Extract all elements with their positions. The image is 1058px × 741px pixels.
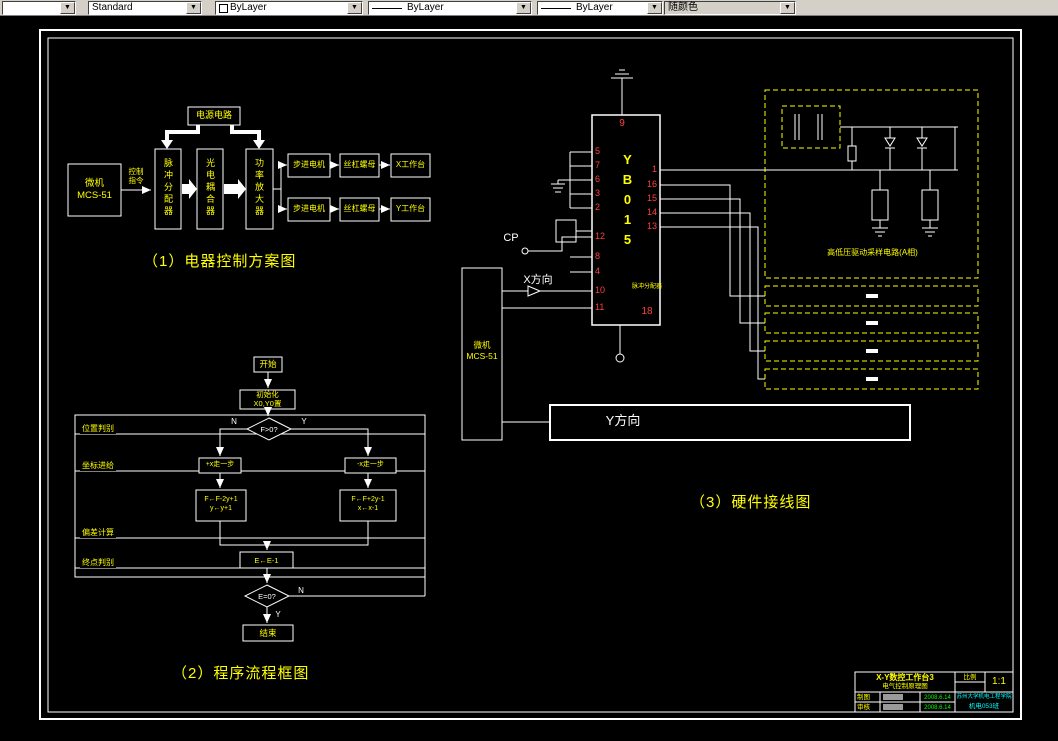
properties-toolbar: ▼ Standard ▼ ByLayer ▼ ByLayer ▼ ByLayer… [0,0,1058,16]
pin-left-6: 8 [595,251,601,261]
titleblock-checked-date: 2008.6.14 [924,705,951,711]
flow-decision1-label: F>0? [260,425,278,434]
drawing-canvas[interactable]: 电源电路 微机 MCS-51 控制 指令 脉冲分配器 光电耦合器 功率放大器 步… [0,0,1058,741]
chevron-down-icon[interactable]: ▼ [60,2,75,14]
mcu-label: 微机 MCS-51 [77,178,112,201]
titleblock-title2: 电气控制原理图 [882,683,928,690]
x-table-label: X工作台 [395,160,426,169]
flow-calc-right-label: F←F+2y-1 x←x-1 [351,496,385,513]
pin-right-1: 16 [646,179,657,189]
leadscrew-x-label: 丝杠螺母 [343,160,376,169]
flow-n2-label: N [298,586,304,595]
phase-a-driver-box [764,89,979,390]
pin-right-4: 13 [646,221,657,231]
flow-step-plus-label: +x走一步 [205,461,235,468]
chevron-down-icon[interactable]: ▼ [780,2,795,14]
text-style-combo[interactable]: Standard ▼ [88,1,202,15]
mcu3-label: 微机 MCS-51 [466,340,498,361]
pin-left-2: 6 [595,174,601,184]
phase-a-circuit-label: 高低压驱动采样电路(A相) [827,248,918,257]
chip-sub-label: 脉冲分配器 [632,284,663,290]
pin-left-3: 3 [595,188,601,198]
flow-init-label: 初始化 X0,Y0置 [253,390,282,408]
pin-left-0: 5 [595,146,601,156]
flow-calc-left-label: F←F-2y+1 y←y+1 [204,496,238,513]
command-label: 控制 指令 [128,167,144,186]
chevron-down-icon[interactable]: ▼ [186,2,201,14]
pin-left-4: 2 [595,202,601,212]
opto-coupler-label: 光电耦合器 [205,158,215,218]
plotstyle-combo[interactable]: 随颜色 ▼ [664,1,796,15]
flow-start-label: 开始 [259,359,277,369]
phase-label-position: 位置判别 [80,424,116,434]
y-direction-label: Y方向 [605,413,641,428]
layer-combo[interactable]: ▼ [2,1,76,15]
lineweight-sample-icon [541,8,571,9]
pin-right-0: 1 [651,164,657,174]
cp-label: CP [503,232,519,244]
drawing-geometry [39,29,1022,720]
x-direction-label: X方向 [523,274,553,286]
phase-label-endpoint: 终点判别 [80,558,116,568]
flow-y2-label: Y [275,610,281,619]
pin-left-7: 4 [595,266,601,276]
titleblock-drawn-date: 2008.6.14 [924,695,951,701]
text-style-combo-value: Standard [92,2,133,13]
pin-right-2: 15 [646,193,657,203]
pin-right-3: 14 [646,207,657,217]
pin-top-label: 9 [619,118,625,129]
chevron-down-icon[interactable]: ▼ [647,2,662,14]
color-combo[interactable]: ByLayer ▼ [215,1,363,15]
flow-end-label: 结束 [259,628,277,638]
flow-counter-label: E←E-1 [254,556,279,565]
stepper-motor-x-label: 步进电机 [293,160,325,169]
caption-diagram3: （3）硬件接线图 [690,494,812,511]
color-combo-value: ByLayer [230,2,267,13]
y-table-label: Y工作台 [395,204,426,213]
chevron-down-icon[interactable]: ▼ [516,2,531,14]
lineweight-combo-value: ByLayer [576,2,613,13]
pin-left-1: 7 [595,160,601,170]
pin-left-5: 12 [595,231,606,241]
titleblock-org2: 机电053班 [968,703,1000,710]
power-circuit-label: 电源电路 [195,110,232,120]
phase-label-feed: 坐标进给 [80,461,116,471]
flow-decision2-label: E=0? [258,592,276,601]
titleblock-drawn-label: 制图 [857,694,870,701]
titleblock-title1: X-Y数控工作台3 [876,673,934,682]
titleblock-org1: 苏州大学机电工程学院 [956,694,1012,700]
titleblock-scale-label: 比例 [963,674,977,681]
pin-left-9: 11 [595,302,605,312]
chip-name-label: YB015 [620,152,635,252]
flow-y1-label: Y [301,417,307,426]
titleblock-scale-value: 1:1 [992,676,1006,687]
phase-label-deviation: 偏差计算 [80,528,116,538]
pulse-distributor-label: 脉冲分配器 [163,158,173,218]
flow-step-minus-label: -x走一步 [357,461,384,468]
stepper-motor-y-label: 步进电机 [293,204,325,213]
plotstyle-combo-value: 随颜色 [668,2,698,13]
color-swatch-icon [219,4,228,13]
caption-diagram1: （1）电器控制方案图 [143,253,297,270]
leadscrew-y-label: 丝杠螺母 [343,204,376,213]
linetype-sample-icon [372,8,402,9]
linetype-combo-value: ByLayer [407,2,444,13]
linetype-combo[interactable]: ByLayer ▼ [368,1,532,15]
flow-n1-label: N [231,417,237,426]
power-amp-label: 功率放大器 [254,158,264,218]
titleblock-checked-label: 审核 [857,704,870,711]
pin-left-8: 10 [595,285,606,295]
caption-diagram2: （2）程序流程框图 [172,665,310,682]
pin-bottom-label: 18 [641,306,653,317]
lineweight-combo[interactable]: ByLayer ▼ [537,1,663,15]
chevron-down-icon[interactable]: ▼ [347,2,362,14]
